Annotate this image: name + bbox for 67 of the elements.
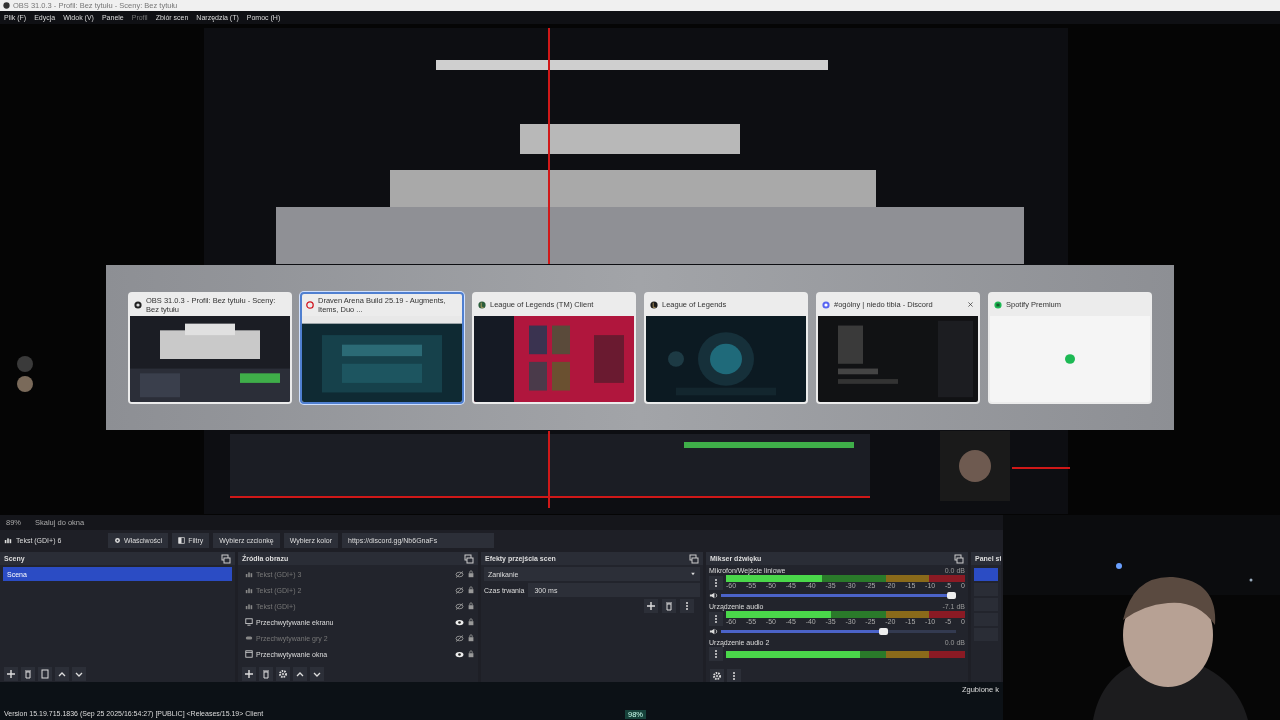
app-icon — [3, 2, 10, 9]
hidden-eye-icon[interactable] — [455, 634, 464, 642]
remove-button[interactable] — [21, 667, 35, 681]
slider-thumb[interactable] — [879, 628, 889, 635]
speaker-icon — [709, 627, 718, 636]
app-icon — [650, 300, 658, 309]
lock-icon — [467, 602, 475, 610]
filter-icon — [178, 536, 186, 544]
trash-icon — [23, 669, 33, 679]
settings-icon — [114, 536, 121, 544]
remove-button[interactable] — [662, 599, 676, 613]
text-source-icon — [245, 586, 253, 594]
text-source-icon — [245, 570, 253, 578]
app-icon — [822, 300, 830, 309]
avatar-icon — [17, 356, 33, 372]
more-button[interactable] — [727, 668, 741, 683]
eye-icon[interactable] — [455, 650, 464, 658]
move-up-button[interactable] — [293, 667, 307, 681]
app-icon — [994, 300, 1002, 309]
guide-line — [1012, 467, 1070, 469]
volume-slider[interactable] — [721, 592, 956, 599]
lock-icon — [467, 650, 475, 658]
caret-icon — [690, 571, 696, 577]
add-button[interactable] — [644, 599, 658, 613]
more-button[interactable] — [709, 611, 723, 626]
hidden-eye-icon[interactable] — [455, 602, 464, 610]
add-button[interactable] — [4, 667, 18, 681]
settings-icon — [712, 670, 722, 681]
more-button[interactable] — [709, 575, 723, 590]
move-down-button[interactable] — [72, 667, 86, 681]
close-icon[interactable] — [967, 301, 974, 308]
move-down-button[interactable] — [310, 667, 324, 681]
plus-icon — [646, 601, 656, 611]
plus-icon — [244, 669, 254, 679]
app-icon — [478, 300, 486, 309]
lock-icon — [467, 586, 475, 594]
trash-icon — [664, 601, 674, 611]
gamepad-icon — [245, 634, 253, 642]
window-icon — [245, 650, 253, 658]
avatar-icon — [17, 376, 33, 392]
hidden-eye-icon[interactable] — [455, 586, 464, 594]
text-source-icon — [245, 602, 253, 610]
settings-button[interactable] — [276, 667, 290, 681]
move-up-button[interactable] — [55, 667, 69, 681]
more-button[interactable] — [709, 647, 723, 661]
more-button[interactable] — [680, 599, 694, 613]
lock-icon — [467, 570, 475, 578]
lock-icon — [467, 634, 475, 642]
monitor-icon — [245, 618, 253, 626]
filter-icon — [40, 669, 50, 679]
webcam-drawing — [940, 431, 1010, 501]
app-icon — [306, 300, 314, 309]
trash-icon — [261, 669, 271, 679]
remove-button[interactable] — [259, 667, 273, 681]
lock-icon — [467, 618, 475, 626]
slider-thumb[interactable] — [947, 592, 956, 599]
filters-button[interactable] — [38, 667, 52, 681]
hidden-eye-icon[interactable] — [455, 570, 464, 578]
text-source-icon — [4, 536, 12, 544]
settings-icon — [278, 669, 288, 679]
speaker-icon — [709, 591, 718, 600]
add-button[interactable] — [242, 667, 256, 681]
settings-button[interactable] — [710, 668, 724, 683]
plus-icon — [6, 669, 16, 679]
app-icon — [134, 300, 142, 309]
panel-row — [974, 568, 998, 581]
eye-icon[interactable] — [455, 618, 464, 626]
